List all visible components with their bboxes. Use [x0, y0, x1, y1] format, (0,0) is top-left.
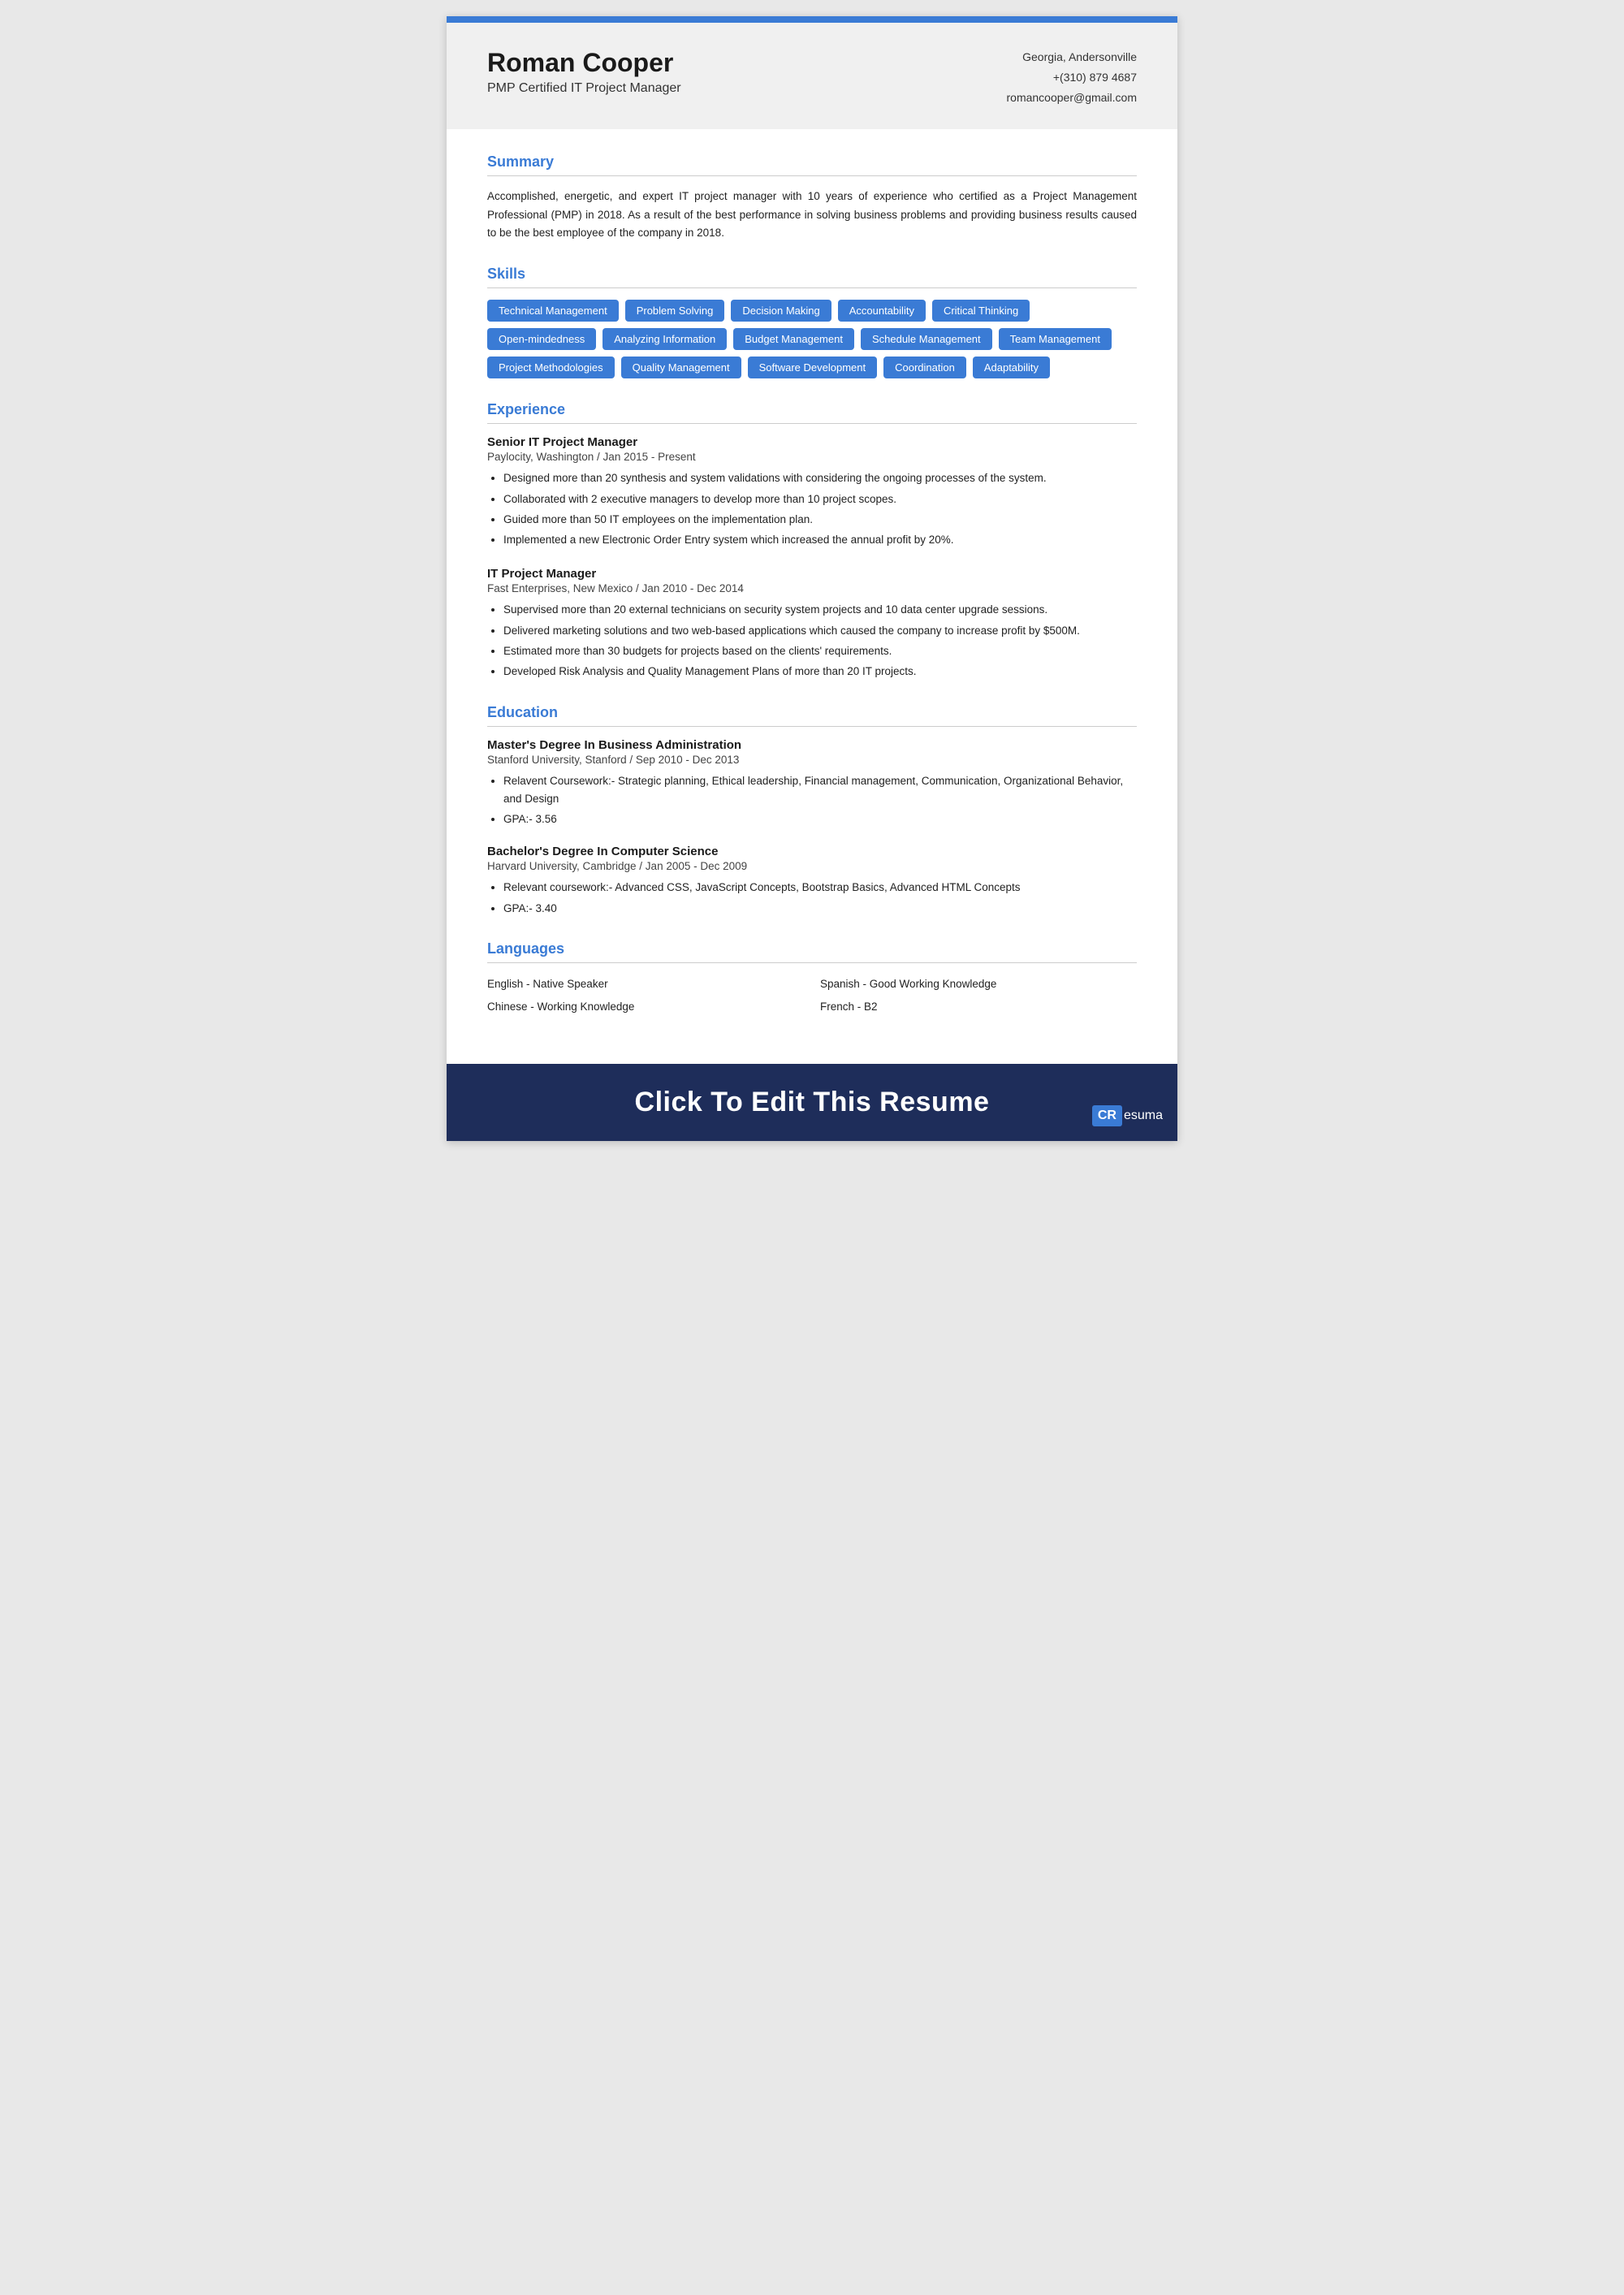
languages-grid: English - Native Speaker Spanish - Good W…	[487, 975, 1137, 1018]
skill-tag: Quality Management	[621, 357, 741, 378]
language-item: English - Native Speaker	[487, 975, 804, 994]
exp-job-title: Senior IT Project Manager	[487, 435, 1137, 449]
contact-email: romancooper@gmail.com	[1007, 88, 1138, 108]
experience-section: Experience Senior IT Project Manager Payl…	[487, 401, 1137, 681]
edu-degree: Bachelor's Degree In Computer Science	[487, 845, 1137, 858]
education-item: Bachelor's Degree In Computer Science Har…	[487, 845, 1137, 918]
skills-section: Skills Technical Management Problem Solvi…	[487, 266, 1137, 378]
experience-title: Experience	[487, 401, 1137, 418]
edu-bullets: Relevant coursework:- Advanced CSS, Java…	[487, 879, 1137, 918]
experience-item: IT Project ManagerFast Enterprises, New …	[487, 567, 1137, 681]
skill-tag: Decision Making	[731, 300, 831, 322]
summary-section: Summary Accomplished, energetic, and exp…	[487, 153, 1137, 244]
skill-tag: Project Methodologies	[487, 357, 615, 378]
logo-text: esuma	[1124, 1109, 1163, 1123]
summary-text: Accomplished, energetic, and expert IT p…	[487, 188, 1137, 244]
education-container: Master's Degree In Business Administrati…	[487, 738, 1137, 918]
exp-bullet: Designed more than 20 synthesis and syst…	[503, 469, 1137, 487]
candidate-name: Roman Cooper	[487, 47, 681, 78]
exp-company: Paylocity, Washington / Jan 2015 - Prese…	[487, 451, 1137, 463]
header-left: Roman Cooper PMP Certified IT Project Ma…	[487, 47, 681, 96]
edu-bullets: Relavent Coursework:- Strategic planning…	[487, 772, 1137, 829]
footer-cta[interactable]: Click To Edit This Resume	[635, 1087, 990, 1118]
skill-tag: Budget Management	[733, 328, 854, 350]
skill-tag: Analyzing Information	[603, 328, 727, 350]
exp-company: Fast Enterprises, New Mexico / Jan 2010 …	[487, 582, 1137, 594]
experience-divider	[487, 423, 1137, 424]
edu-degree: Master's Degree In Business Administrati…	[487, 738, 1137, 752]
exp-bullets: Designed more than 20 synthesis and syst…	[487, 469, 1137, 549]
summary-divider	[487, 175, 1137, 176]
skill-tag: Software Development	[748, 357, 878, 378]
languages-section: Languages English - Native Speaker Spanis…	[487, 940, 1137, 1018]
skill-tag: Critical Thinking	[932, 300, 1030, 322]
education-title: Education	[487, 704, 1137, 721]
header-contact: Georgia, Andersonville +(310) 879 4687 r…	[1007, 47, 1138, 109]
edu-school: Harvard University, Cambridge / Jan 2005…	[487, 860, 1137, 872]
edu-school: Stanford University, Stanford / Sep 2010…	[487, 754, 1137, 766]
skills-title: Skills	[487, 266, 1137, 283]
skill-tag: Coordination	[883, 357, 966, 378]
edu-bullet: GPA:- 3.40	[503, 900, 1137, 918]
skill-tag: Open-mindedness	[487, 328, 596, 350]
exp-bullet: Implemented a new Electronic Order Entry…	[503, 531, 1137, 549]
skill-tag: Team Management	[999, 328, 1112, 350]
candidate-title: PMP Certified IT Project Manager	[487, 81, 681, 96]
skill-tag: Schedule Management	[861, 328, 992, 350]
main-content: Summary Accomplished, energetic, and exp…	[447, 129, 1177, 1057]
edu-bullet: Relevant coursework:- Advanced CSS, Java…	[503, 879, 1137, 897]
experience-item: Senior IT Project Manager Paylocity, Wash…	[487, 435, 1137, 549]
logo-icon: CR	[1092, 1105, 1122, 1126]
skill-tag: Accountability	[838, 300, 926, 322]
exp-bullets: Supervised more than 20 external technic…	[487, 601, 1137, 681]
footer-section[interactable]: Click To Edit This Resume CR esuma	[447, 1064, 1177, 1141]
contact-phone: +(310) 879 4687	[1007, 67, 1138, 88]
education-item: Master's Degree In Business Administrati…	[487, 738, 1137, 829]
exp-job-title: IT Project Manager	[487, 567, 1137, 581]
language-item: Spanish - Good Working Knowledge	[820, 975, 1137, 994]
exp-bullet: Delivered marketing solutions and two we…	[503, 622, 1137, 640]
resume-page: Roman Cooper PMP Certified IT Project Ma…	[447, 16, 1177, 1141]
skill-tag: Problem Solving	[625, 300, 725, 322]
skill-tag: Technical Management	[487, 300, 619, 322]
exp-bullet: Guided more than 50 IT employees on the …	[503, 511, 1137, 529]
summary-title: Summary	[487, 153, 1137, 171]
languages-title: Languages	[487, 940, 1137, 957]
language-item: Chinese - Working Knowledge	[487, 997, 804, 1017]
education-divider	[487, 726, 1137, 727]
top-accent-bar	[447, 16, 1177, 23]
language-item: French - B2	[820, 997, 1137, 1017]
skills-divider	[487, 287, 1137, 288]
edu-bullet: Relavent Coursework:- Strategic planning…	[503, 772, 1137, 809]
edu-bullet: GPA:- 3.56	[503, 810, 1137, 828]
exp-bullet: Supervised more than 20 external technic…	[503, 601, 1137, 619]
experience-container: Senior IT Project Manager Paylocity, Wash…	[487, 435, 1137, 681]
exp-bullet: Developed Risk Analysis and Quality Mana…	[503, 663, 1137, 681]
header-section: Roman Cooper PMP Certified IT Project Ma…	[447, 23, 1177, 129]
languages-divider	[487, 962, 1137, 963]
exp-bullet: Estimated more than 30 budgets for proje…	[503, 642, 1137, 660]
contact-location: Georgia, Andersonville	[1007, 47, 1138, 67]
exp-bullet: Collaborated with 2 executive managers t…	[503, 491, 1137, 508]
skill-tag: Adaptability	[973, 357, 1050, 378]
skills-container: Technical Management Problem Solving Decis…	[487, 300, 1137, 378]
corner-logo: CR esuma	[1092, 1105, 1163, 1126]
education-section: Education Master's Degree In Business Ad…	[487, 704, 1137, 918]
